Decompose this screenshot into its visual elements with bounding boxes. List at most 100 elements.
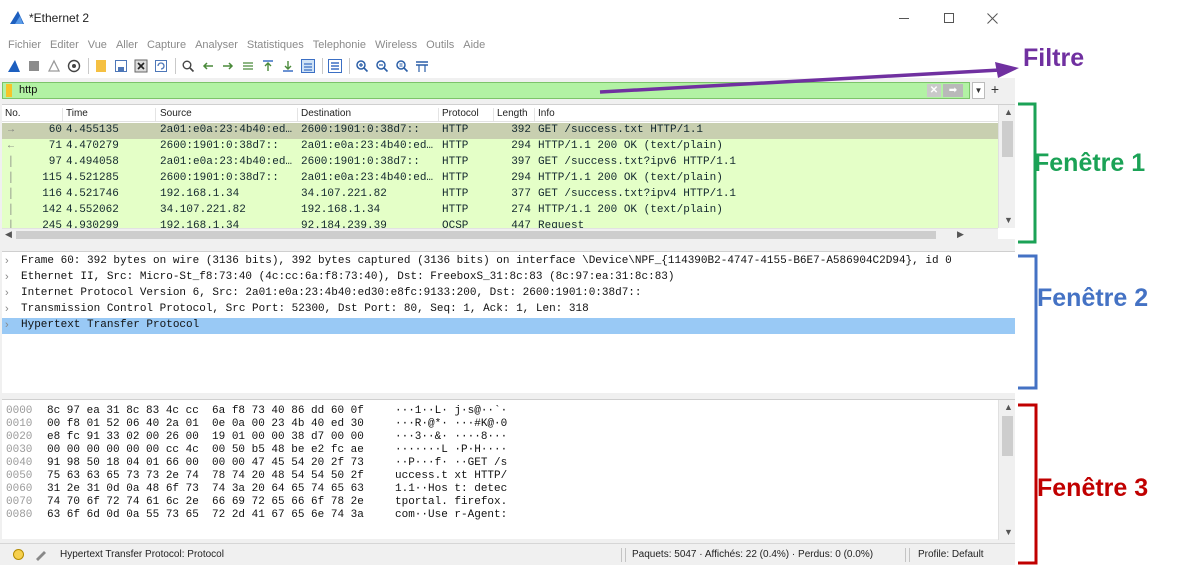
scrollbar-thumb[interactable] — [16, 231, 936, 239]
go-forward-icon[interactable] — [220, 58, 236, 74]
scrollbar-thumb[interactable] — [1002, 416, 1013, 456]
main-toolbar — [0, 54, 1015, 78]
scroll-down-icon[interactable]: ▼ — [1004, 215, 1013, 225]
column-time[interactable]: Time — [66, 108, 156, 121]
scroll-up-icon[interactable]: ▲ — [1004, 402, 1013, 412]
menu-fichier[interactable]: Fichier — [8, 39, 41, 51]
column-protocol[interactable]: Protocol — [442, 108, 494, 121]
last-packet-icon[interactable] — [280, 58, 296, 74]
packet-protocol: HTTP — [442, 172, 469, 184]
detail-row-ethernet[interactable]: › Ethernet II, Src: Micro-St_f8:73:40 (4… — [2, 270, 1015, 286]
filter-text[interactable]: http — [19, 84, 37, 96]
go-back-icon[interactable] — [200, 58, 216, 74]
menu-outils[interactable]: Outils — [426, 39, 454, 51]
packet-details-pane: › Frame 60: 392 bytes on wire (3136 bits… — [2, 251, 1015, 393]
menu-statistiques[interactable]: Statistiques — [247, 39, 304, 51]
capture-options-icon[interactable] — [66, 58, 82, 74]
filter-history-dropdown[interactable]: ▼ — [972, 82, 985, 99]
resize-columns-icon[interactable] — [414, 58, 430, 74]
packet-no: 60 — [48, 124, 62, 136]
apply-filter-icon[interactable]: ➡ — [943, 84, 963, 97]
expand-chevron-icon[interactable]: › — [5, 303, 9, 315]
packet-row[interactable]: │ 97 4.494058 2a01:e0a:23:4b40:ed… 2600:… — [2, 155, 998, 171]
byte-hex: 8c 97 ea 31 8c 83 4c cc 6a f8 73 40 86 d… — [47, 405, 364, 417]
menu-capture[interactable]: Capture — [147, 39, 186, 51]
packet-row[interactable]: │ 142 4.552062 34.107.221.82 192.168.1.3… — [2, 203, 998, 219]
status-profile[interactable]: Profile: Default — [918, 549, 984, 560]
scroll-right-icon[interactable]: ▶ — [957, 229, 964, 240]
start-capture-icon[interactable] — [6, 58, 22, 74]
scroll-down-icon[interactable]: ▼ — [1004, 527, 1013, 537]
packet-row[interactable]: ← 71 4.470279 2600:1901:0:38d7:: 2a01:e0… — [2, 139, 998, 155]
packet-rows: → 60 4.455135 2a01:e0a:23:4b40:ed… 2600:… — [2, 123, 998, 228]
clear-filter-icon[interactable]: ✕ — [927, 84, 941, 97]
menu-analyser[interactable]: Analyser — [195, 39, 238, 51]
expand-chevron-icon[interactable]: › — [5, 271, 9, 283]
stop-capture-icon[interactable] — [26, 58, 42, 74]
status-separator — [625, 548, 626, 562]
packet-row[interactable]: │ 245 4.930299 192.168.1.34 92.184.239.3… — [2, 219, 998, 228]
byte-offset: 0050 — [6, 470, 33, 482]
byte-offset: 0060 — [6, 483, 33, 495]
scroll-left-icon[interactable]: ◀ — [5, 229, 12, 240]
menu-vue[interactable]: Vue — [88, 39, 107, 51]
find-packet-icon[interactable] — [180, 58, 196, 74]
menu-aller[interactable]: Aller — [116, 39, 138, 51]
maximize-button[interactable] — [935, 6, 963, 30]
column-length[interactable]: Length — [497, 108, 535, 121]
close-button[interactable] — [978, 6, 1006, 30]
detail-row-frame[interactable]: › Frame 60: 392 bytes on wire (3136 bits… — [2, 254, 1015, 270]
byte-ascii: 1.1··Hos t: detec — [395, 483, 508, 495]
packet-destination: 2a01:e0a:23:4b40:ed… — [301, 140, 434, 152]
scroll-up-icon[interactable]: ▲ — [1004, 107, 1013, 117]
packet-destination: 92.184.239.39 — [301, 220, 387, 228]
close-file-icon[interactable] — [133, 58, 149, 74]
detail-row-http[interactable]: › Hypertext Transfer Protocol — [2, 318, 1015, 334]
column-info[interactable]: Info — [538, 108, 996, 121]
packet-length: 274 — [511, 204, 531, 216]
scrollbar-thumb[interactable] — [1002, 121, 1013, 157]
add-filter-button[interactable]: + — [989, 81, 1001, 98]
packet-row[interactable]: → 60 4.455135 2a01:e0a:23:4b40:ed… 2600:… — [2, 123, 998, 139]
expand-chevron-icon[interactable]: › — [5, 255, 9, 267]
autoscroll-icon[interactable] — [300, 58, 316, 74]
restart-capture-icon[interactable] — [46, 58, 62, 74]
detail-row-ipv6[interactable]: › Internet Protocol Version 6, Src: 2a01… — [2, 286, 1015, 302]
detail-text: Ethernet II, Src: Micro-St_f8:73:40 (4c:… — [21, 271, 675, 283]
detail-row-tcp[interactable]: › Transmission Control Protocol, Src Por… — [2, 302, 1015, 318]
edit-comment-icon[interactable] — [34, 547, 48, 564]
expand-chevron-icon[interactable]: › — [5, 287, 9, 299]
menu-editer[interactable]: Editer — [50, 39, 79, 51]
expand-chevron-icon[interactable]: › — [5, 319, 9, 331]
menu-telephonie[interactable]: Telephonie — [313, 39, 366, 51]
go-to-packet-icon[interactable] — [240, 58, 256, 74]
column-source[interactable]: Source — [160, 108, 298, 121]
colorize-icon[interactable] — [327, 58, 343, 74]
display-filter-input[interactable]: http ✕ ➡ — [2, 82, 970, 99]
filter-bookmark-icon[interactable] — [6, 84, 12, 97]
menu-aide[interactable]: Aide — [463, 39, 485, 51]
menu-wireless[interactable]: Wireless — [375, 39, 417, 51]
zoom-reset-icon[interactable] — [394, 58, 410, 74]
column-destination[interactable]: Destination — [301, 108, 439, 121]
zoom-out-icon[interactable] — [374, 58, 390, 74]
zoom-in-icon[interactable] — [354, 58, 370, 74]
packet-list-vertical-scrollbar[interactable]: ▲ ▼ — [998, 105, 1015, 228]
packet-list-horizontal-scrollbar[interactable]: ◀ ▶ — [2, 228, 998, 240]
status-separator — [905, 548, 906, 562]
column-no[interactable]: No. — [5, 108, 63, 121]
packet-time: 4.521285 — [66, 172, 119, 184]
open-file-icon[interactable] — [93, 58, 109, 74]
byte-hex: 91 98 50 18 04 01 66 00 00 00 47 45 54 2… — [47, 457, 364, 469]
save-file-icon[interactable] — [113, 58, 129, 74]
minimize-button[interactable] — [890, 6, 918, 30]
first-packet-icon[interactable] — [260, 58, 276, 74]
packet-no: 71 — [48, 140, 62, 152]
bytes-vertical-scrollbar[interactable]: ▲ ▼ — [998, 400, 1015, 540]
detail-text: Frame 60: 392 bytes on wire (3136 bits),… — [21, 255, 952, 267]
packet-row[interactable]: │ 115 4.521285 2600:1901:0:38d7:: 2a01:e… — [2, 171, 998, 187]
packet-row[interactable]: │ 116 4.521746 192.168.1.34 34.107.221.8… — [2, 187, 998, 203]
expert-info-icon[interactable] — [13, 549, 24, 560]
reload-file-icon[interactable] — [153, 58, 169, 74]
packet-no: 116 — [42, 188, 62, 200]
